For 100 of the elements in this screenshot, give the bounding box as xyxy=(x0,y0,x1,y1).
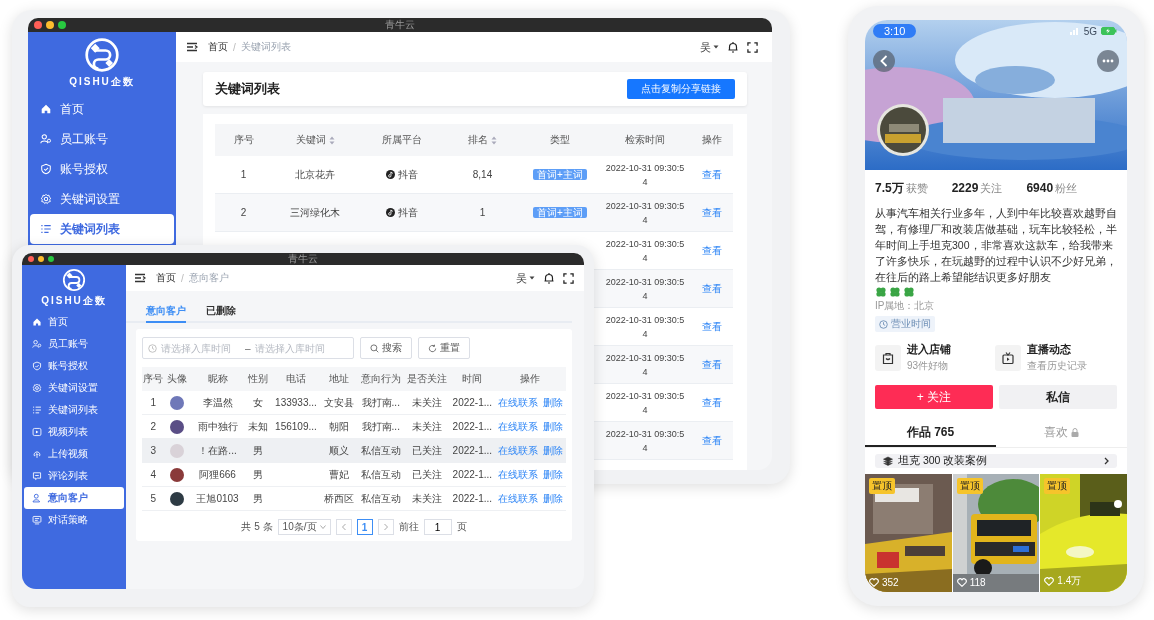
table-cell: 李温然 xyxy=(202,396,233,408)
sidebar-item[interactable]: 关键词设置 xyxy=(24,377,124,399)
menu-icon xyxy=(134,272,146,284)
view-link[interactable]: 查看 xyxy=(701,282,722,294)
column-header: 检索时间 xyxy=(625,133,665,147)
sidebar-item[interactable]: 关键词列表 xyxy=(30,214,174,244)
stat-label: 获赞 xyxy=(905,181,928,196)
share-link-button[interactable]: 点击复制分享链接 xyxy=(627,79,735,99)
sidebar-item[interactable]: 首页 xyxy=(30,94,174,124)
column-header: 电话 xyxy=(285,373,306,384)
shortcut-title[interactable]: 进入店铺 xyxy=(907,342,951,357)
tab[interactable]: 意向客户 xyxy=(146,304,186,323)
sidebar-item[interactable]: 关键词设置 xyxy=(30,184,174,214)
delete-link[interactable]: 删除 xyxy=(542,443,563,458)
reset-button[interactable]: 重置 xyxy=(418,337,470,359)
table-cell: 1 xyxy=(150,397,156,408)
view-link[interactable]: 查看 xyxy=(701,358,722,370)
table-cell: 未关注 xyxy=(412,492,442,504)
table-cell: 抖音 xyxy=(397,167,418,182)
delete-link[interactable]: 删除 xyxy=(542,467,563,482)
column-header: 类型 xyxy=(550,133,570,147)
delete-link[interactable]: 删除 xyxy=(542,395,563,410)
window-title: 青牛云 xyxy=(385,20,415,30)
type-tag: 首词+主词 xyxy=(533,206,587,218)
table-cell-text: 2022-10-31 09:30:54 xyxy=(605,199,685,227)
sidebar-item[interactable]: 评论列表 xyxy=(24,465,124,487)
view-link[interactable]: 查看 xyxy=(701,206,722,218)
page-size-select[interactable]: 10条/页 xyxy=(277,519,331,535)
clover-icon xyxy=(889,286,901,298)
column-header: 所属平台 xyxy=(381,133,422,147)
status-time: 3:10 xyxy=(873,24,917,38)
breadcrumb-link[interactable]: 首页 xyxy=(208,40,228,54)
contact-link[interactable]: 在线联系 xyxy=(497,419,538,434)
table-cell-text: 2022-10-31 09:30:54 xyxy=(605,389,685,417)
table-cell: 男 xyxy=(253,468,264,480)
sidebar-item[interactable]: 对话策略 xyxy=(24,509,124,531)
stat-value: 6940 xyxy=(1026,181,1054,195)
collection-bar[interactable]: 坦克 300 改装案例 xyxy=(875,454,1117,468)
page-button[interactable]: 1 xyxy=(356,519,373,535)
logo-text: QISHU企数 xyxy=(69,75,135,89)
shortcut-subtitle: 查看历史记录 xyxy=(1027,359,1087,373)
table-cell: 4 xyxy=(150,469,156,480)
table-cell: 女 xyxy=(253,396,264,408)
sidebar-item[interactable]: 员工账号 xyxy=(30,124,174,154)
table-cell: 男 xyxy=(253,492,264,504)
contact-link[interactable]: 在线联系 xyxy=(497,395,538,410)
contact-link[interactable]: 在线联系 xyxy=(497,443,538,458)
table-cell: 2022-1... xyxy=(452,469,493,480)
user-icon xyxy=(32,339,42,349)
tab[interactable]: 已删除 xyxy=(206,304,236,323)
page-input[interactable]: 1 xyxy=(423,519,452,535)
breadcrumb-link[interactable]: 首页 xyxy=(156,271,176,285)
contact-link[interactable]: 在线联系 xyxy=(497,491,538,506)
delete-link[interactable]: 删除 xyxy=(542,491,563,506)
hours-tag[interactable]: 营业时间 xyxy=(875,316,935,332)
follow-button[interactable]: + 关注 xyxy=(875,385,993,409)
sidebar-item[interactable]: 账号授权 xyxy=(24,355,124,377)
user-name[interactable]: 吴 xyxy=(700,39,711,55)
table-cell: 156109... xyxy=(275,421,317,432)
sidebar-item[interactable]: 首页 xyxy=(24,311,124,333)
tab[interactable]: 喜欢 xyxy=(996,419,1127,447)
sidebar-item[interactable]: 员工账号 xyxy=(24,333,124,355)
column-header: 操作 xyxy=(701,133,722,147)
search-button[interactable]: 搜索 xyxy=(360,337,412,359)
table-cell: 私信互动 xyxy=(360,444,401,456)
view-link[interactable]: 查看 xyxy=(701,320,722,332)
shortcut-title[interactable]: 直播动态 xyxy=(1027,342,1087,357)
caret-icon xyxy=(319,524,326,530)
table-cell: 我打南... xyxy=(361,420,400,432)
page-suffix: 页 xyxy=(456,520,467,534)
view-link[interactable]: 查看 xyxy=(701,434,722,446)
view-link[interactable]: 查看 xyxy=(701,244,722,256)
monitor-icon xyxy=(32,515,42,525)
sidebar-item[interactable]: 意向客户 xyxy=(24,487,124,509)
user-name[interactable]: 吴 xyxy=(516,270,527,286)
message-button[interactable]: 私信 xyxy=(999,385,1117,409)
table-cell: 男 xyxy=(253,444,264,456)
logo-text: QISHU企数 xyxy=(41,294,107,308)
end-date-input[interactable]: 请选择入库时间 xyxy=(254,342,335,354)
column-header: 头像 xyxy=(167,373,188,384)
sidebar-item[interactable]: 视频列表 xyxy=(24,421,124,443)
gear-icon xyxy=(32,383,42,393)
chevron-left-icon xyxy=(880,55,888,67)
delete-link[interactable]: 删除 xyxy=(542,419,563,434)
sidebar-item[interactable]: 关键词列表 xyxy=(24,399,124,421)
view-link[interactable]: 查看 xyxy=(701,168,722,180)
table-cell: 抖音 xyxy=(397,205,418,220)
sidebar-item[interactable]: 账号授权 xyxy=(30,154,174,184)
start-date-input[interactable]: 请选择入库时间 xyxy=(161,342,241,354)
table-cell: 阿狸666 xyxy=(199,468,236,480)
table-cell: 顺义 xyxy=(328,444,349,456)
sidebar-item[interactable]: 上传视频 xyxy=(24,443,124,465)
table-cell-text: 2022-10-31 09:30:54 xyxy=(605,313,685,341)
column-header: 性别 xyxy=(248,373,269,384)
contact-link[interactable]: 在线联系 xyxy=(497,467,538,482)
view-link[interactable]: 查看 xyxy=(701,396,722,408)
avatar xyxy=(170,395,185,410)
table-cell-text: 2022-10-31 09:30:54 xyxy=(605,351,685,379)
tab[interactable]: 作品 765 xyxy=(865,419,996,447)
table-cell: 8,14 xyxy=(472,169,493,180)
